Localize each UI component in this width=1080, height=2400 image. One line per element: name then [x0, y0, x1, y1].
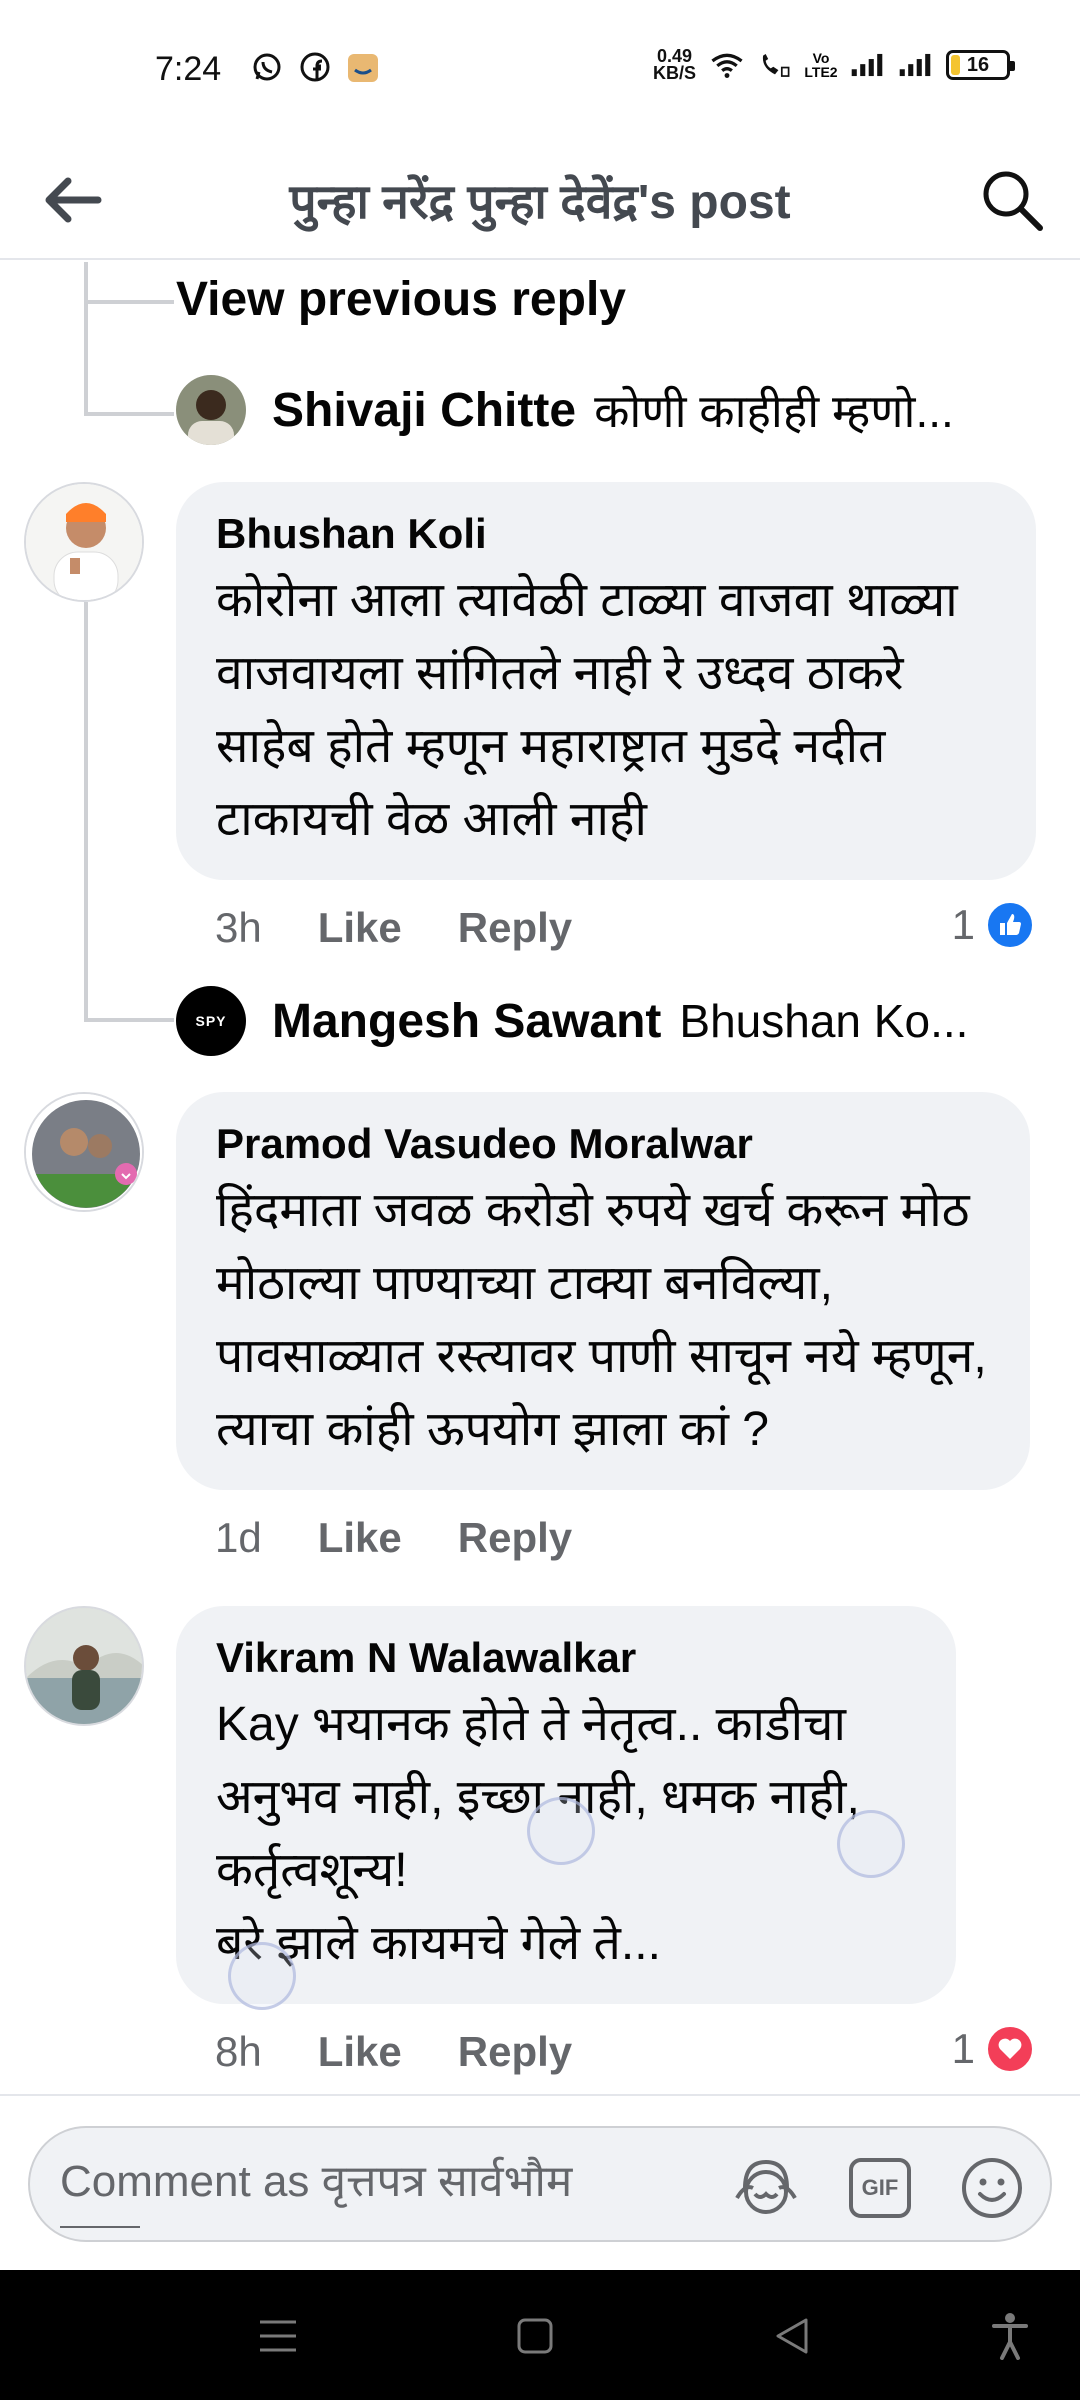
touch-indicator	[228, 1942, 296, 2010]
smiley-icon	[962, 2158, 1022, 2218]
status-right: 0.49 KB/S Vo LTE2 16	[652, 47, 1015, 83]
like-button[interactable]: Like	[318, 1514, 402, 1562]
reply-button[interactable]: Reply	[458, 904, 572, 952]
facebook-icon	[298, 50, 332, 84]
comment-input[interactable]	[60, 2150, 740, 2214]
home-icon	[517, 2318, 553, 2354]
accessibility-icon	[992, 2313, 1028, 2360]
comment-time[interactable]: 1d	[215, 1514, 262, 1562]
thread-line	[84, 602, 88, 1022]
comment-time[interactable]: 8h	[215, 2028, 262, 2076]
comment-bubble[interactable]: Bhushan Koli कोरोना आला त्यावेळी टाळ्या …	[176, 482, 1036, 880]
comment-author[interactable]: Bhushan Koli	[216, 510, 996, 558]
comment-text: कोरोना आला त्यावेळी टाळ्या वाजवा थाळ्या …	[216, 574, 958, 846]
comment-text-line: Kay भयानक होते ते नेतृत्व.. काडीचा	[216, 1698, 846, 1751]
thread-branch	[84, 412, 174, 416]
collapsed-reply[interactable]: Shivaji Chitte कोणी काहीही म्हणो...	[176, 374, 1036, 446]
thread-branch	[84, 1018, 174, 1022]
reaction-summary[interactable]: 1	[952, 2024, 1035, 2074]
input-underline	[60, 2226, 140, 2228]
comment-text: हिंदमाता जवळ करोडो रुपये खर्च करून मोठ म…	[216, 1184, 987, 1456]
gif-button[interactable]: GIF	[846, 2154, 914, 2222]
like-button[interactable]: Like	[318, 904, 402, 952]
system-navigation-bar	[0, 2270, 1080, 2400]
back-nav-button[interactable]	[764, 2308, 820, 2364]
comment-actions: 1d Like Reply	[215, 1514, 572, 1562]
gif-icon: GIF	[849, 2158, 911, 2218]
comment-actions: 8h Like Reply	[215, 2028, 572, 2076]
status-bar: 7:24 0.49 KB/S Vo LTE2 16	[0, 0, 1080, 140]
thread-branch	[84, 300, 174, 304]
comment-author[interactable]: Pramod Vasudeo Moralwar	[216, 1120, 990, 1168]
like-reaction-icon	[985, 900, 1035, 950]
post-header: पुन्हा नरेंद्र पुन्हा देवेंद्र's post	[0, 140, 1080, 260]
avatar[interactable]: SPY	[176, 986, 246, 1056]
view-previous-reply-link[interactable]: View previous reply	[176, 272, 626, 327]
reply-preview: Bhushan Ko...	[679, 995, 969, 1047]
notification-icons	[250, 50, 380, 84]
comment-time[interactable]: 3h	[215, 904, 262, 952]
thread-line	[84, 262, 88, 416]
emoji-button[interactable]	[958, 2154, 1026, 2222]
avatar[interactable]	[24, 1606, 144, 1726]
whatsapp-icon	[250, 50, 284, 84]
search-button[interactable]	[974, 162, 1050, 238]
page-title: पुन्हा नरेंद्र पुन्हा देवेंद्र's post	[289, 176, 791, 229]
signal-icon-2	[898, 48, 932, 82]
reply-author[interactable]: Shivaji Chitte	[272, 383, 576, 438]
avatar[interactable]	[24, 1092, 144, 1212]
net-speed-unit: KB/S	[652, 63, 696, 83]
avatar-sticker-button[interactable]	[732, 2154, 800, 2222]
reply-button[interactable]: Reply	[458, 1514, 572, 1562]
reaction-count: 1	[951, 2025, 975, 2072]
comment-composer: GIF	[28, 2126, 1052, 2242]
comment-text-line: बरे झाले कायमचे गेले ते...	[216, 1917, 661, 1970]
menu-button[interactable]	[250, 2308, 306, 2364]
signal-icon-1	[850, 48, 884, 82]
amazon-icon	[346, 50, 380, 84]
reaction-count: 1	[951, 901, 975, 948]
gif-label: GIF	[861, 2175, 899, 2200]
love-reaction-icon	[985, 2024, 1035, 2074]
reply-author[interactable]: Mangesh Sawant	[272, 994, 661, 1049]
net-speed: 0.49 KB/S	[652, 47, 696, 83]
touch-indicator	[527, 1797, 595, 1865]
reply-button[interactable]: Reply	[458, 2028, 572, 2076]
comment-bubble[interactable]: Pramod Vasudeo Moralwar हिंदमाता जवळ करो…	[176, 1092, 1030, 1490]
home-button[interactable]	[507, 2308, 563, 2364]
battery-indicator: 16	[946, 50, 1015, 80]
reaction-summary[interactable]: 1	[952, 900, 1035, 950]
accessibility-button[interactable]	[982, 2308, 1038, 2364]
avatar[interactable]	[176, 375, 246, 445]
status-time: 7:24	[155, 50, 222, 88]
comment-composer-area: GIF	[0, 2094, 1080, 2270]
search-icon	[983, 171, 1043, 231]
battery-fill	[951, 55, 961, 75]
touch-indicator	[837, 1810, 905, 1878]
battery-level: 16	[966, 53, 990, 76]
avatar-sticker-icon	[735, 2159, 797, 2214]
reply-preview: कोणी काहीही म्हणो...	[594, 385, 954, 437]
spy-logo-text: SPY	[195, 1013, 227, 1029]
comment-author[interactable]: Vikram N Walawalkar	[216, 1634, 916, 1682]
volte-label: Vo LTE2	[804, 50, 838, 80]
wifi-calling-icon	[758, 48, 792, 82]
like-button[interactable]: Like	[318, 2028, 402, 2076]
back-triangle-icon	[776, 2318, 808, 2354]
avatar[interactable]	[24, 482, 144, 602]
menu-icon	[260, 2320, 296, 2352]
wifi-icon	[710, 48, 744, 82]
collapsed-reply[interactable]: SPY Mangesh Sawant Bhushan Ko...	[176, 985, 1040, 1057]
comment-actions: 3h Like Reply	[215, 904, 572, 952]
